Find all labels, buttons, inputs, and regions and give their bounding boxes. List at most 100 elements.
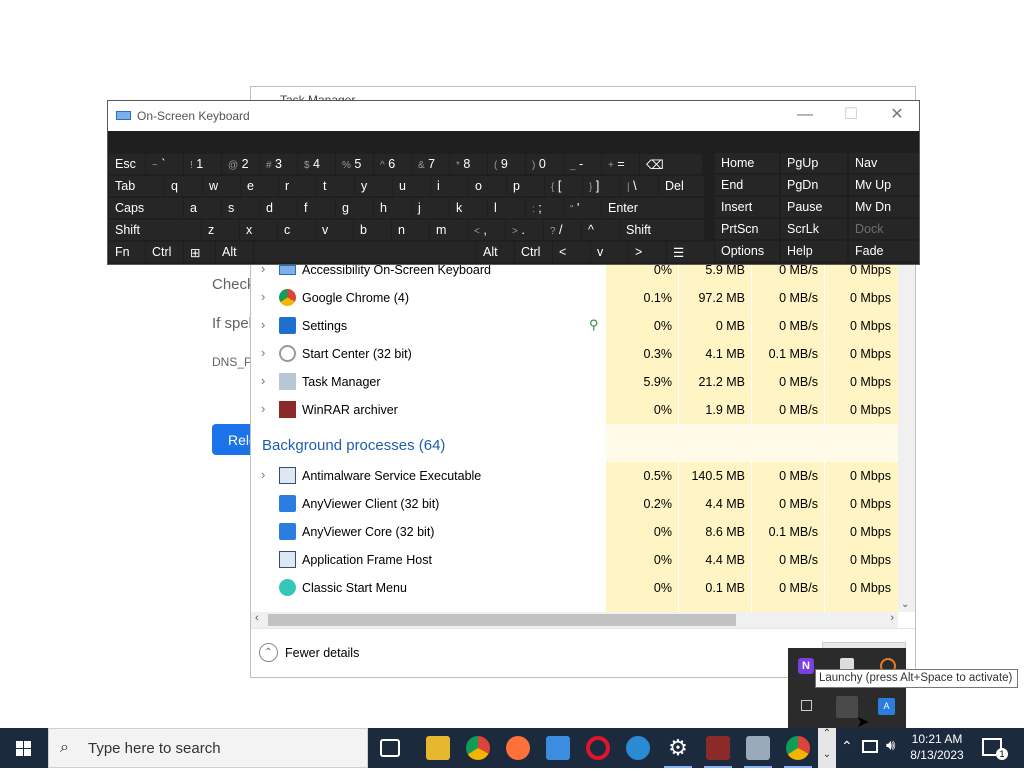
firefox-icon[interactable] [506,736,530,760]
osk-key[interactable]: Ctrl [515,242,552,262]
osk-key[interactable]: ) 0 [526,154,563,174]
osk-nav-key[interactable]: PgUp [781,153,847,173]
file-explorer-icon[interactable] [426,736,450,760]
osk-key[interactable]: v [316,220,353,240]
chevron-down-icon[interactable]: ⌄ [818,749,836,760]
osk-key[interactable]: Fn [109,242,145,262]
osk-key[interactable]: Caps [109,198,183,218]
osk-nav-key[interactable]: PrtScn [715,219,779,239]
osk-nav-key[interactable]: Options [715,241,779,261]
osk-key[interactable]: > [629,242,666,262]
network-icon[interactable] [862,740,878,753]
start-button[interactable] [0,728,48,768]
osk-key[interactable]: Enter [602,198,704,218]
osk-key[interactable]: ^ 6 [374,154,411,174]
process-row[interactable]: › Antimalware Service Executable 0.5% 140.5… [251,462,899,490]
osk-key[interactable]: m [430,220,467,240]
store-icon[interactable] [546,736,570,760]
osk-nav-key[interactable]: ScrLk [781,219,847,239]
osk-key[interactable]: y [355,176,392,196]
osk-key[interactable]: r [279,176,316,196]
opera-icon[interactable] [586,736,610,760]
process-row[interactable]: AnyViewer Client (32 bit) 0.2% 4.4 MB 0 MB/… [251,490,899,518]
osk-key[interactable]: ? / [544,220,581,240]
osk-nav-key[interactable]: End [715,175,779,195]
maximize-button[interactable]: ☐ [828,103,874,129]
osk-key[interactable]: & 7 [412,154,449,174]
horizontal-scroll-thumb[interactable] [268,614,736,626]
osk-key[interactable]: h [374,198,411,218]
chrome-taskbar-icon[interactable] [466,736,490,760]
osk-key[interactable]: % 5 [336,154,373,174]
osk-key[interactable]: : ; [526,198,563,218]
osk-key[interactable]: f [298,198,335,218]
osk-nav-key[interactable]: Home [715,153,779,173]
osk-key[interactable]: c [278,220,315,240]
osk-key[interactable]: ! 1 [184,154,221,174]
osk-key[interactable]: < , [468,220,505,240]
chevron-up-icon[interactable]: ⌃ [818,728,836,739]
osk-key[interactable]: z [202,220,239,240]
osk-key[interactable]: > . [506,220,543,240]
minimize-button[interactable]: — [782,103,828,129]
osk-key[interactable]: Alt [477,242,514,262]
fewer-details-button[interactable]: Fewer details [285,646,359,660]
clock[interactable]: 10:21 AM 8/13/2023 [906,731,968,763]
osk-key[interactable]: d [260,198,297,218]
osk-key[interactable]: g [336,198,373,218]
osk-nav-key[interactable]: Help [781,241,847,261]
process-row[interactable]: › Settings ⚲ 0% 0 MB 0 MB/s 0 Mbps [251,312,899,340]
background-processes-header[interactable]: Background processes (64) [262,437,445,454]
onenote-icon[interactable]: N [798,658,814,674]
osk-key[interactable]: @ 2 [222,154,259,174]
osk-key[interactable]: a [184,198,221,218]
osk-key[interactable]: + = [602,154,639,174]
osk-key[interactable]: ( 9 [488,154,525,174]
show-hidden-icons-icon[interactable]: ⌃ [841,738,853,755]
scroll-right-icon[interactable]: › [890,612,894,624]
osk-key[interactable]: ⌫ [640,154,702,174]
osk-key[interactable]: w [203,176,240,196]
window-icon[interactable] [801,700,812,711]
process-row[interactable]: AnyViewer Core (32 bit) 0% 8.6 MB 0.1 MB/s 0… [251,518,899,546]
vertical-scrollbar[interactable]: ⌄ [898,262,915,612]
osk-key[interactable]: " ' [564,198,601,218]
osk-key[interactable]: b [354,220,391,240]
osk-key[interactable]: Tab [109,176,164,196]
chevron-right-icon[interactable]: › [261,345,265,360]
osk-key[interactable]: t [317,176,354,196]
osk-key[interactable]: k [450,198,487,218]
space-key[interactable] [254,242,476,262]
chevron-up-icon[interactable]: ⌃ [259,643,278,662]
process-row[interactable]: Application Frame Host 0% 4.4 MB 0 MB/s 0 Mb… [251,546,899,574]
osk-key[interactable]: u [393,176,430,196]
osk-key[interactable]: < [553,242,590,262]
osk-key[interactable]: { [ [545,176,582,196]
osk-nav-key[interactable]: Dock [849,219,919,239]
process-row[interactable]: › WinRAR archiver 0% 1.9 MB 0 MB/s 0 Mbps [251,396,899,424]
osk-key[interactable]: j [412,198,449,218]
osk-nav-key[interactable]: Nav [849,153,919,173]
osk-key[interactable]: ~ ` [146,154,183,174]
osk-key[interactable]: x [240,220,277,240]
osk-key[interactable]: Shift [620,220,704,240]
osk-key[interactable]: * 8 [450,154,487,174]
osk-key[interactable]: Del [659,176,704,196]
osk-key[interactable]: _ - [564,154,601,174]
settings-taskbar-icon[interactable]: ⚙ [666,736,690,760]
process-row[interactable]: › Google Chrome (4) 0.1% 97.2 MB 0 MB/s 0 Mbp… [251,284,899,312]
process-row[interactable]: › Task Manager 5.9% 21.2 MB 0 MB/s 0 Mbps [251,368,899,396]
osk-key[interactable]: o [469,176,506,196]
osk-key[interactable]: ☰ [667,242,714,262]
osk-nav-key[interactable]: Insert [715,197,779,217]
task-view-icon[interactable] [380,739,400,757]
chrome-profile-icon[interactable] [786,736,810,760]
close-button[interactable]: ✕ [874,103,920,129]
taskbar-scroll[interactable]: ⌃ ⌄ [818,728,836,768]
osk-nav-key[interactable]: Mv Dn [849,197,919,217]
osk-key[interactable]: Shift [109,220,201,240]
scroll-left-icon[interactable]: ‹ [255,612,259,624]
osk-key[interactable]: Esc [109,154,145,174]
osk-nav-key[interactable]: PgDn [781,175,847,195]
scroll-down-icon[interactable]: ⌄ [901,599,909,610]
